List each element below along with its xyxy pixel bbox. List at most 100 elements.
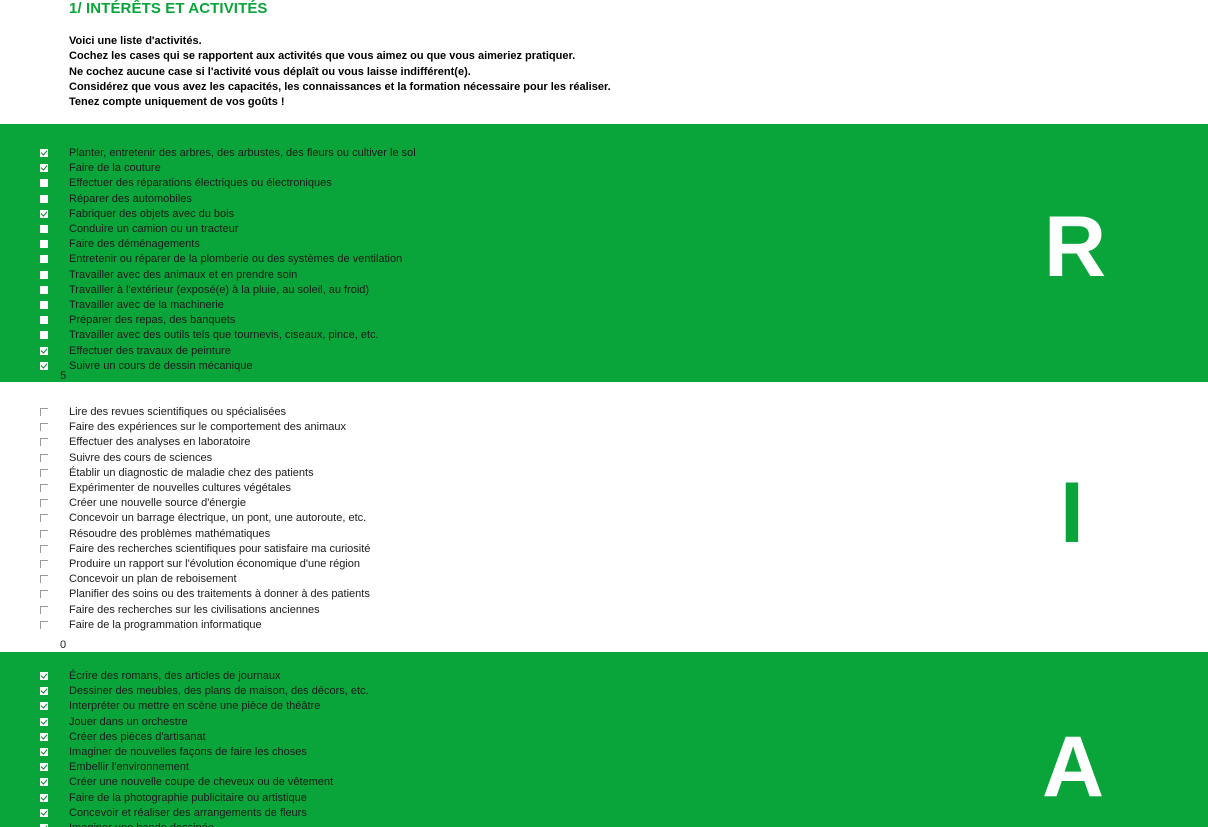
checkbox[interactable] bbox=[40, 270, 48, 279]
activity-item[interactable]: Concevoir et réaliser des arrangements d… bbox=[0, 806, 700, 821]
activity-item[interactable]: Expérimenter de nouvelles cultures végét… bbox=[0, 481, 700, 496]
checkbox-checked[interactable] bbox=[40, 209, 48, 218]
checkbox-checked[interactable] bbox=[40, 346, 48, 355]
activity-item[interactable]: Créer des pièces d'artisanat bbox=[0, 730, 700, 745]
activity-item[interactable]: Concevoir un barrage électrique, un pont… bbox=[0, 511, 700, 526]
checkbox-checked[interactable] bbox=[40, 672, 48, 680]
activity-item[interactable]: Suivre des cours de sciences bbox=[0, 451, 700, 466]
checkbox[interactable] bbox=[40, 590, 48, 599]
section-a: Écrire des romans, des articles de journ… bbox=[0, 652, 1208, 827]
checkbox[interactable] bbox=[40, 529, 48, 538]
activity-item[interactable]: Créer une nouvelle source d'énergie bbox=[0, 496, 700, 511]
activity-item[interactable]: Créer une nouvelle coupe de cheveux ou d… bbox=[0, 775, 700, 790]
activity-item[interactable]: Imaginer de nouvelles façons de faire le… bbox=[0, 745, 700, 760]
activity-item[interactable]: Établir un diagnostic de maladie chez de… bbox=[0, 466, 700, 481]
checkbox[interactable] bbox=[40, 560, 48, 568]
activity-item[interactable]: Faire de la photographie publicitaire ou… bbox=[0, 791, 700, 806]
activity-item[interactable]: Écrire des romans, des articles de journ… bbox=[0, 669, 700, 684]
checkbox-checked[interactable] bbox=[40, 687, 48, 696]
activity-item[interactable]: Suivre un cours de dessin mécanique bbox=[0, 359, 700, 374]
activity-item[interactable]: Effectuer des analyses en laboratoire bbox=[0, 435, 700, 450]
activity-label: Entretenir ou réparer de la plomberie ou… bbox=[69, 253, 403, 266]
checkbox[interactable] bbox=[40, 438, 48, 447]
activity-item[interactable]: Lire des revues scientifiques ou spécial… bbox=[0, 405, 700, 420]
activity-label: Planifier des soins ou des traitements à… bbox=[69, 588, 370, 601]
checkbox-checked[interactable] bbox=[40, 361, 48, 370]
activity-item[interactable]: Entretenir ou réparer de la plomberie ou… bbox=[0, 252, 700, 267]
activity-item[interactable]: Dessiner des meubles, des plans de maiso… bbox=[0, 684, 700, 699]
checkbox[interactable] bbox=[40, 285, 48, 294]
activity-label: Lire des revues scientifiques ou spécial… bbox=[69, 406, 287, 418]
activity-label: Travailler avec de la machinerie bbox=[69, 299, 224, 311]
activity-item[interactable]: Travailler à l'extérieur (exposé(e) à la… bbox=[0, 283, 700, 298]
checkbox-checked[interactable] bbox=[40, 164, 48, 173]
checkbox[interactable] bbox=[40, 423, 48, 432]
checkbox[interactable] bbox=[40, 194, 48, 203]
activity-item[interactable]: Planifier des soins ou des traitements à… bbox=[0, 587, 700, 602]
activity-label: Résoudre des problèmes mathématiques bbox=[69, 527, 271, 540]
activity-item[interactable]: Imaginer une bande dessinée bbox=[0, 821, 700, 827]
checkbox[interactable] bbox=[40, 316, 48, 325]
activity-item[interactable]: Faire de la programmation informatique bbox=[0, 618, 700, 633]
activity-item[interactable]: Concevoir un plan de reboisement bbox=[0, 572, 700, 587]
activity-item[interactable]: Travailler avec des animaux et en prendr… bbox=[0, 268, 700, 283]
checkbox-checked[interactable] bbox=[40, 717, 48, 726]
activity-label: Faire de la couture bbox=[69, 162, 161, 175]
activity-item[interactable]: Embellir l'environnement bbox=[0, 760, 700, 775]
checkbox[interactable] bbox=[40, 468, 48, 477]
activity-item[interactable]: Faire des recherches scientifiques pour … bbox=[0, 542, 700, 557]
checkbox[interactable] bbox=[40, 605, 48, 614]
activity-item[interactable]: Interpréter ou mettre en scène une pièce… bbox=[0, 699, 700, 714]
checkbox-checked[interactable] bbox=[40, 149, 48, 157]
activity-item[interactable]: Produire un rapport sur l'évolution écon… bbox=[0, 557, 700, 572]
section-count: 5 bbox=[60, 370, 67, 382]
activity-item[interactable]: Planter, entretenir des arbres, des arbu… bbox=[0, 146, 700, 161]
activity-label: Concevoir un barrage électrique, un pont… bbox=[69, 512, 367, 525]
checkbox[interactable] bbox=[40, 179, 48, 188]
activity-item[interactable]: Faire des expériences sur le comportemen… bbox=[0, 420, 700, 435]
checkbox-checked[interactable] bbox=[40, 748, 48, 756]
checkbox-checked[interactable] bbox=[40, 702, 48, 711]
checkbox[interactable] bbox=[40, 408, 48, 416]
checkbox[interactable] bbox=[40, 301, 48, 309]
activity-item[interactable]: Fabriquer des objets avec du bois bbox=[0, 207, 700, 222]
activity-item[interactable]: Faire de la couture bbox=[0, 161, 700, 176]
activity-label: Suivre des cours de sciences bbox=[69, 451, 213, 464]
checkbox[interactable] bbox=[40, 484, 48, 492]
instructions: Voici une liste d'activités. Cochez les … bbox=[69, 34, 611, 110]
checkbox[interactable] bbox=[40, 544, 48, 553]
activity-item[interactable]: Résoudre des problèmes mathématiques bbox=[0, 527, 700, 542]
activity-label: Créer des pièces d'artisanat bbox=[69, 730, 206, 743]
activity-item[interactable]: Faire des recherches sur les civilisatio… bbox=[0, 603, 700, 618]
checkbox[interactable] bbox=[40, 575, 48, 584]
activity-item[interactable]: Effectuer des travaux de peinture bbox=[0, 344, 700, 359]
activity-item[interactable]: Travailler avec des outils tels que tour… bbox=[0, 328, 700, 343]
checkbox-checked[interactable] bbox=[40, 732, 48, 741]
checkbox[interactable] bbox=[40, 255, 48, 264]
activity-item[interactable]: Faire des déménagements bbox=[0, 237, 700, 252]
activity-label: Travailler avec des animaux et en prendr… bbox=[69, 268, 298, 281]
checkbox[interactable] bbox=[40, 620, 48, 629]
checkbox-checked[interactable] bbox=[40, 808, 48, 817]
checkbox[interactable] bbox=[40, 514, 48, 523]
checkbox[interactable] bbox=[40, 453, 48, 462]
checkbox[interactable] bbox=[40, 499, 48, 508]
activity-label: Effectuer des travaux de peinture bbox=[69, 344, 231, 357]
section-i: Lire des revues scientifiques ou spécial… bbox=[0, 382, 1208, 652]
activity-item[interactable]: Jouer dans un orchestre bbox=[0, 715, 700, 730]
activity-item[interactable]: Effectuer des réparations électriques ou… bbox=[0, 176, 700, 191]
activity-label: Interpréter ou mettre en scène une pièce… bbox=[69, 700, 321, 713]
activity-item[interactable]: Travailler avec de la machinerie bbox=[0, 298, 700, 313]
checkbox[interactable] bbox=[40, 240, 48, 249]
activity-label: Créer une nouvelle coupe de cheveux ou d… bbox=[69, 776, 334, 789]
activity-item[interactable]: Conduire un camion ou un tracteur bbox=[0, 222, 700, 237]
checkbox[interactable] bbox=[40, 331, 48, 340]
checkbox[interactable] bbox=[40, 225, 48, 233]
activity-label: Faire des expériences sur le comportemen… bbox=[69, 421, 346, 434]
activity-item[interactable]: Préparer des repas, des banquets bbox=[0, 313, 700, 328]
activity-label: Faire de la programmation informatique bbox=[69, 618, 262, 631]
activity-item[interactable]: Réparer des automobiles bbox=[0, 192, 700, 207]
checkbox-checked[interactable] bbox=[40, 793, 48, 802]
checkbox-checked[interactable] bbox=[40, 763, 48, 772]
checkbox-checked[interactable] bbox=[40, 778, 48, 787]
